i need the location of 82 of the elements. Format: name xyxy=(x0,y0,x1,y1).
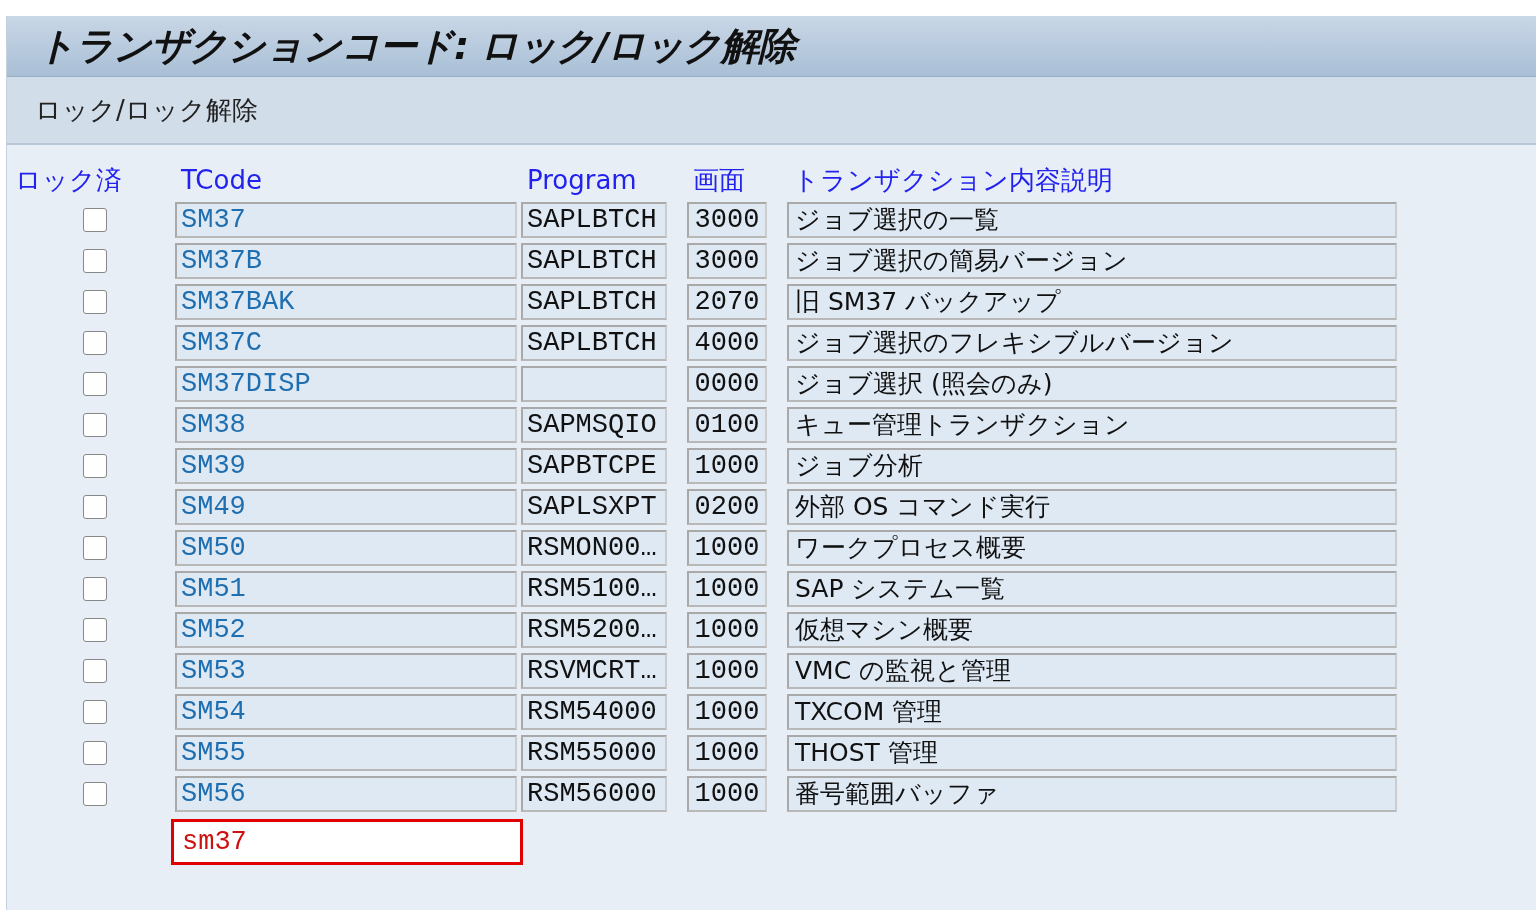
table-cell: 0000 xyxy=(687,366,767,402)
window-title: トランザクションコード: ロック/ロック解除 xyxy=(33,21,806,71)
table-cell: SAP システム一覧 xyxy=(787,571,1397,607)
table-cell: 1000 xyxy=(687,735,767,771)
table-cell[interactable]: SM38 xyxy=(175,407,517,443)
table-cell[interactable]: SM37BAK xyxy=(175,284,517,320)
table-cell: 4000 xyxy=(687,325,767,361)
table-cell: RSM5200… xyxy=(521,612,667,648)
checkbox[interactable] xyxy=(83,741,107,765)
table-cell: 仮想マシン概要 xyxy=(787,612,1397,648)
table-cell: ジョブ選択の簡易バージョン xyxy=(787,243,1397,279)
checkbox[interactable] xyxy=(83,659,107,683)
table-cell: 0100 xyxy=(687,407,767,443)
table-cell: ワークプロセス概要 xyxy=(787,530,1397,566)
table-cell[interactable]: SM51 xyxy=(175,571,517,607)
table-cell[interactable]: SM52 xyxy=(175,612,517,648)
checkbox[interactable] xyxy=(83,536,107,560)
table-cell: VMC の監視と管理 xyxy=(787,653,1397,689)
checkbox[interactable] xyxy=(83,577,107,601)
table-cell[interactable]: SM54 xyxy=(175,694,517,730)
table-cell[interactable]: SM50 xyxy=(175,530,517,566)
table-cell: 1000 xyxy=(687,776,767,812)
table-cell: 外部 OS コマンド実行 xyxy=(787,489,1397,525)
table-cell[interactable]: SM37 xyxy=(175,202,517,238)
table-cell: RSM56000 xyxy=(521,776,667,812)
table-cell: 2070 xyxy=(687,284,767,320)
table-cell: SAPLBTCH xyxy=(521,325,667,361)
column-header: TCode xyxy=(180,164,263,197)
table-cell: 1000 xyxy=(687,571,767,607)
table-cell: THOST 管理 xyxy=(787,735,1397,771)
table-cell: 1000 xyxy=(687,653,767,689)
table-cell[interactable]: SM49 xyxy=(175,489,517,525)
checkbox[interactable] xyxy=(83,249,107,273)
toolbar-label: ロック/ロック解除 xyxy=(35,93,258,127)
table-cell: 3000 xyxy=(687,243,767,279)
table-cell[interactable]: SM53 xyxy=(175,653,517,689)
table-cell: ジョブ分析 xyxy=(787,448,1397,484)
table-cell: 1000 xyxy=(687,694,767,730)
table-cell: ジョブ選択 (照会のみ) xyxy=(787,366,1397,402)
table-cell: ジョブ選択のフレキシブルバージョン xyxy=(787,325,1397,361)
checkbox[interactable] xyxy=(83,372,107,396)
table-cell: SAPLSXPT xyxy=(521,489,667,525)
table-cell[interactable]: SM55 xyxy=(175,735,517,771)
checkbox[interactable] xyxy=(83,495,107,519)
table-cell: SAPLBTCH xyxy=(521,243,667,279)
table-cell: 0200 xyxy=(687,489,767,525)
checkbox[interactable] xyxy=(83,331,107,355)
table-cell: SAPLBTCH xyxy=(521,284,667,320)
table-cell: RSM54000 xyxy=(521,694,667,730)
table-cell: SAPLBTCH xyxy=(521,202,667,238)
table-cell: RSM5100… xyxy=(521,571,667,607)
column-header: 画面 xyxy=(692,164,746,197)
table-cell: ジョブ選択の一覧 xyxy=(787,202,1397,238)
table-cell: RSM55000 xyxy=(521,735,667,771)
checkbox[interactable] xyxy=(83,413,107,437)
table-cell: SAPBTCPE xyxy=(521,448,667,484)
checkbox[interactable] xyxy=(83,618,107,642)
checkbox[interactable] xyxy=(83,700,107,724)
table-cell[interactable]: SM37DISP xyxy=(175,366,517,402)
table-cell[interactable]: SM37C xyxy=(175,325,517,361)
checkbox[interactable] xyxy=(83,454,107,478)
table-cell[interactable]: SM56 xyxy=(175,776,517,812)
column-header: トランザクション内容説明 xyxy=(792,164,1114,197)
column-header: ロック済 xyxy=(15,164,123,197)
table-cell: 1000 xyxy=(687,612,767,648)
table-cell: 1000 xyxy=(687,448,767,484)
table-cell: SAPMSQIO xyxy=(521,407,667,443)
table-cell[interactable]: SM39 xyxy=(175,448,517,484)
table-cell: 旧 SM37 バックアップ xyxy=(787,284,1397,320)
table-cell: TXCOM 管理 xyxy=(787,694,1397,730)
checkbox[interactable] xyxy=(83,290,107,314)
checkbox[interactable] xyxy=(83,208,107,232)
table-cell: RSVMCRT… xyxy=(521,653,667,689)
input-field[interactable]: sm37 xyxy=(171,819,523,865)
table-cell[interactable]: SM37B xyxy=(175,243,517,279)
checkbox[interactable] xyxy=(83,782,107,806)
table-cell: 1000 xyxy=(687,530,767,566)
table-cell: 番号範囲バッファ xyxy=(787,776,1397,812)
table-cell: 3000 xyxy=(687,202,767,238)
table-cell: RSMON00… xyxy=(521,530,667,566)
column-header: Program xyxy=(526,164,638,197)
table-cell: キュー管理トランザクション xyxy=(787,407,1397,443)
